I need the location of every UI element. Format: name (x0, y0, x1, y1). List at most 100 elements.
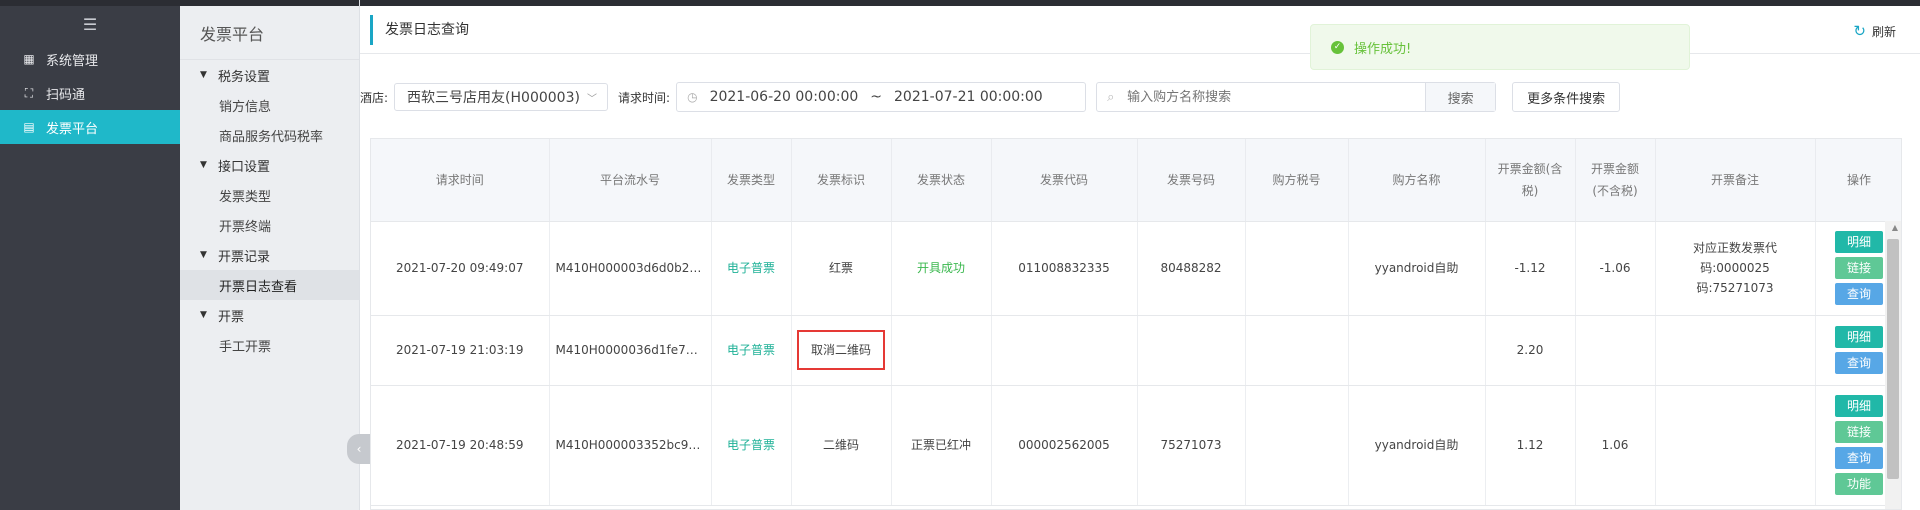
column-header[interactable]: 发票类型 (711, 139, 792, 222)
caret-down-icon: ▼ (200, 160, 207, 170)
cell-code: 000002562005 (991, 385, 1138, 506)
column-header[interactable]: 平台流水号 (549, 139, 712, 222)
cell-type-link[interactable]: 电子普票 (711, 385, 792, 506)
cell-serial: M410H0000036d1fe726... (549, 315, 712, 386)
cell-amount-incl: 1.12 (1485, 385, 1576, 506)
column-header[interactable]: 请求时间 (371, 139, 550, 222)
link-button[interactable]: 链接 (1835, 257, 1883, 279)
success-toast: ✓ 操作成功! (1310, 24, 1690, 70)
scrollbar-thumb[interactable] (1887, 239, 1899, 479)
column-header[interactable]: 发票代码 (991, 139, 1138, 222)
refresh-button[interactable]: ↻ 刷新 (1853, 22, 1896, 40)
hotel-label: 酒店: (360, 90, 389, 105)
scan-icon: ⛶ (24, 85, 34, 100)
detail-button[interactable]: 明细 (1835, 231, 1883, 253)
cell-tax-id (1245, 385, 1349, 506)
filter-bar: 酒店: 西软三号店用友(H000003) ﹀ 请求时间: ◷ 2021-06-2… (360, 82, 1920, 112)
detail-button[interactable]: 明细 (1835, 326, 1883, 348)
serial-text: M410H0000036d1fe726... (555, 343, 711, 357)
cell-amount-excl: -1.06 (1575, 221, 1656, 316)
check-circle-icon: ✓ (1331, 40, 1344, 54)
nav-item-scan[interactable]: ⛶ 扫码通 (0, 76, 180, 110)
more-filters-button[interactable]: 更多条件搜索 (1512, 82, 1621, 112)
sidebar-group-tax[interactable]: ▼ 税务设置 (180, 60, 359, 90)
group-label: 税务设置 (218, 69, 271, 85)
table-header-row: 请求时间 平台流水号 发票类型 发票标识 发票状态 发票代码 发票号码 购方税号… (371, 139, 1901, 222)
query-button[interactable]: 查询 (1835, 447, 1883, 469)
search-icon: ⌕ (1107, 89, 1115, 105)
sidebar-group-issue[interactable]: ▼ 开票 (180, 300, 359, 330)
sidebar-group-interface[interactable]: ▼ 接口设置 (180, 150, 359, 180)
date-range-picker[interactable]: ◷ 2021-06-20 00:00:00 ~ 2021-07-21 00:00… (676, 82, 1087, 112)
table-row[interactable]: 2021-07-19 20:48:59 M410H000003352bc97..… (371, 385, 1901, 506)
sidebar-item-seller-info[interactable]: 销方信息 (180, 90, 359, 120)
cell-number: 80488282 (1137, 221, 1246, 316)
cell-time: 2021-07-19 20:48:59 (371, 385, 550, 506)
cell-number (1137, 315, 1246, 386)
search-input[interactable] (1097, 83, 1426, 111)
table-row[interactable]: 2021-07-19 21:03:19 M410H0000036d1fe726.… (371, 315, 1901, 386)
cell-serial: M410H000003352bc97... (549, 385, 712, 506)
cell-tax-id (1245, 221, 1349, 316)
refresh-label: 刷新 (1871, 24, 1896, 39)
cell-time: 2021-07-20 09:49:07 (371, 221, 550, 316)
cell-buyer (1348, 315, 1486, 386)
scroll-up-icon[interactable]: ▲ (1892, 223, 1898, 232)
column-header[interactable]: 发票状态 (891, 139, 992, 222)
column-header[interactable]: 购方税号 (1245, 139, 1349, 222)
caret-down-icon: ▼ (200, 250, 207, 260)
sidebar-item-terminal[interactable]: 开票终端 (180, 210, 359, 240)
sidebar-item-tax-rate[interactable]: 商品服务代码税率 (180, 120, 359, 150)
column-header[interactable]: 开票金额(不含税) (1575, 139, 1656, 222)
date-start[interactable]: 2021-06-20 00:00:00 (710, 89, 859, 105)
column-header[interactable]: 开票金额(含税) (1485, 139, 1576, 222)
date-end[interactable]: 2021-07-21 00:00:00 (894, 89, 1043, 105)
cell-type-link[interactable]: 电子普票 (711, 221, 792, 316)
query-button[interactable]: 查询 (1835, 352, 1883, 374)
sub-sidebar: 发票平台 ▼ 税务设置 销方信息 商品服务代码税率 ▼ 接口设置 发票类型 开票… (180, 0, 371, 510)
link-button[interactable]: 链接 (1835, 421, 1883, 443)
search-group: ⌕ 搜索 (1096, 82, 1497, 112)
menu-toggle-icon[interactable]: ☰ (0, 6, 180, 42)
invoice-log-table: 请求时间 平台流水号 发票类型 发票标识 发票状态 发票代码 发票号码 购方税号… (370, 138, 1902, 510)
main-content: 发票日志查询 ↻ 刷新 ✓ 操作成功! 酒店: 西软三号店用友(H000003)… (360, 0, 1920, 510)
cell-serial: M410H000003d6d0b28... (549, 221, 712, 316)
query-button[interactable]: 查询 (1835, 283, 1883, 305)
sidebar-item-log-view[interactable]: 开票日志查看 (180, 270, 359, 300)
group-label: 开票 (218, 309, 245, 325)
cell-code (991, 315, 1138, 386)
caret-down-icon: ▼ (200, 70, 207, 80)
clock-icon: ◷ (687, 90, 698, 104)
serial-text: M410H000003d6d0b28... (555, 261, 709, 275)
hotel-select[interactable]: 西软三号店用友(H000003) ﹀ (394, 83, 609, 111)
cell-status: 开具成功 (891, 221, 992, 316)
serial-text: M410H000003352bc97... (555, 438, 708, 452)
sidebar-item-invoice-type[interactable]: 发票类型 (180, 180, 359, 210)
invoice-icon: ▤ (23, 120, 35, 134)
nav-item-label: 系统管理 (46, 53, 99, 69)
search-button[interactable]: 搜索 (1425, 83, 1496, 111)
column-header[interactable]: 开票备注 (1655, 139, 1816, 222)
toast-message: 操作成功! (1354, 41, 1412, 57)
detail-button[interactable]: 明细 (1835, 395, 1883, 417)
group-label: 接口设置 (218, 159, 271, 175)
function-button[interactable]: 功能 (1835, 473, 1883, 495)
table-row[interactable]: 2021-07-20 09:49:07 M410H000003d6d0b28..… (371, 221, 1901, 316)
column-header[interactable]: 购方名称 (1348, 139, 1486, 222)
cell-type-link[interactable]: 电子普票 (711, 315, 792, 386)
sidebar-title: 发票平台 (180, 6, 359, 60)
sidebar-item-manual[interactable]: 手工开票 (180, 330, 359, 360)
column-header[interactable]: 发票标识 (791, 139, 892, 222)
cell-buyer: yyandroid自助 (1348, 221, 1486, 316)
column-header[interactable]: 发票号码 (1137, 139, 1246, 222)
nav-item-system[interactable]: ▦ 系统管理 (0, 42, 180, 76)
nav-item-invoice[interactable]: ▤ 发票平台 (0, 110, 180, 144)
nav-item-label: 扫码通 (46, 87, 86, 103)
sidebar-group-records[interactable]: ▼ 开票记录 (180, 240, 359, 270)
cell-mark: 取消二维码 (791, 315, 892, 386)
highlighted-mark: 取消二维码 (796, 330, 885, 370)
cell-buyer: yyandroid自助 (1348, 385, 1486, 506)
date-separator: ~ (870, 89, 883, 105)
page-title: 发票日志查询 (370, 14, 469, 45)
cell-amount-excl (1575, 315, 1656, 386)
